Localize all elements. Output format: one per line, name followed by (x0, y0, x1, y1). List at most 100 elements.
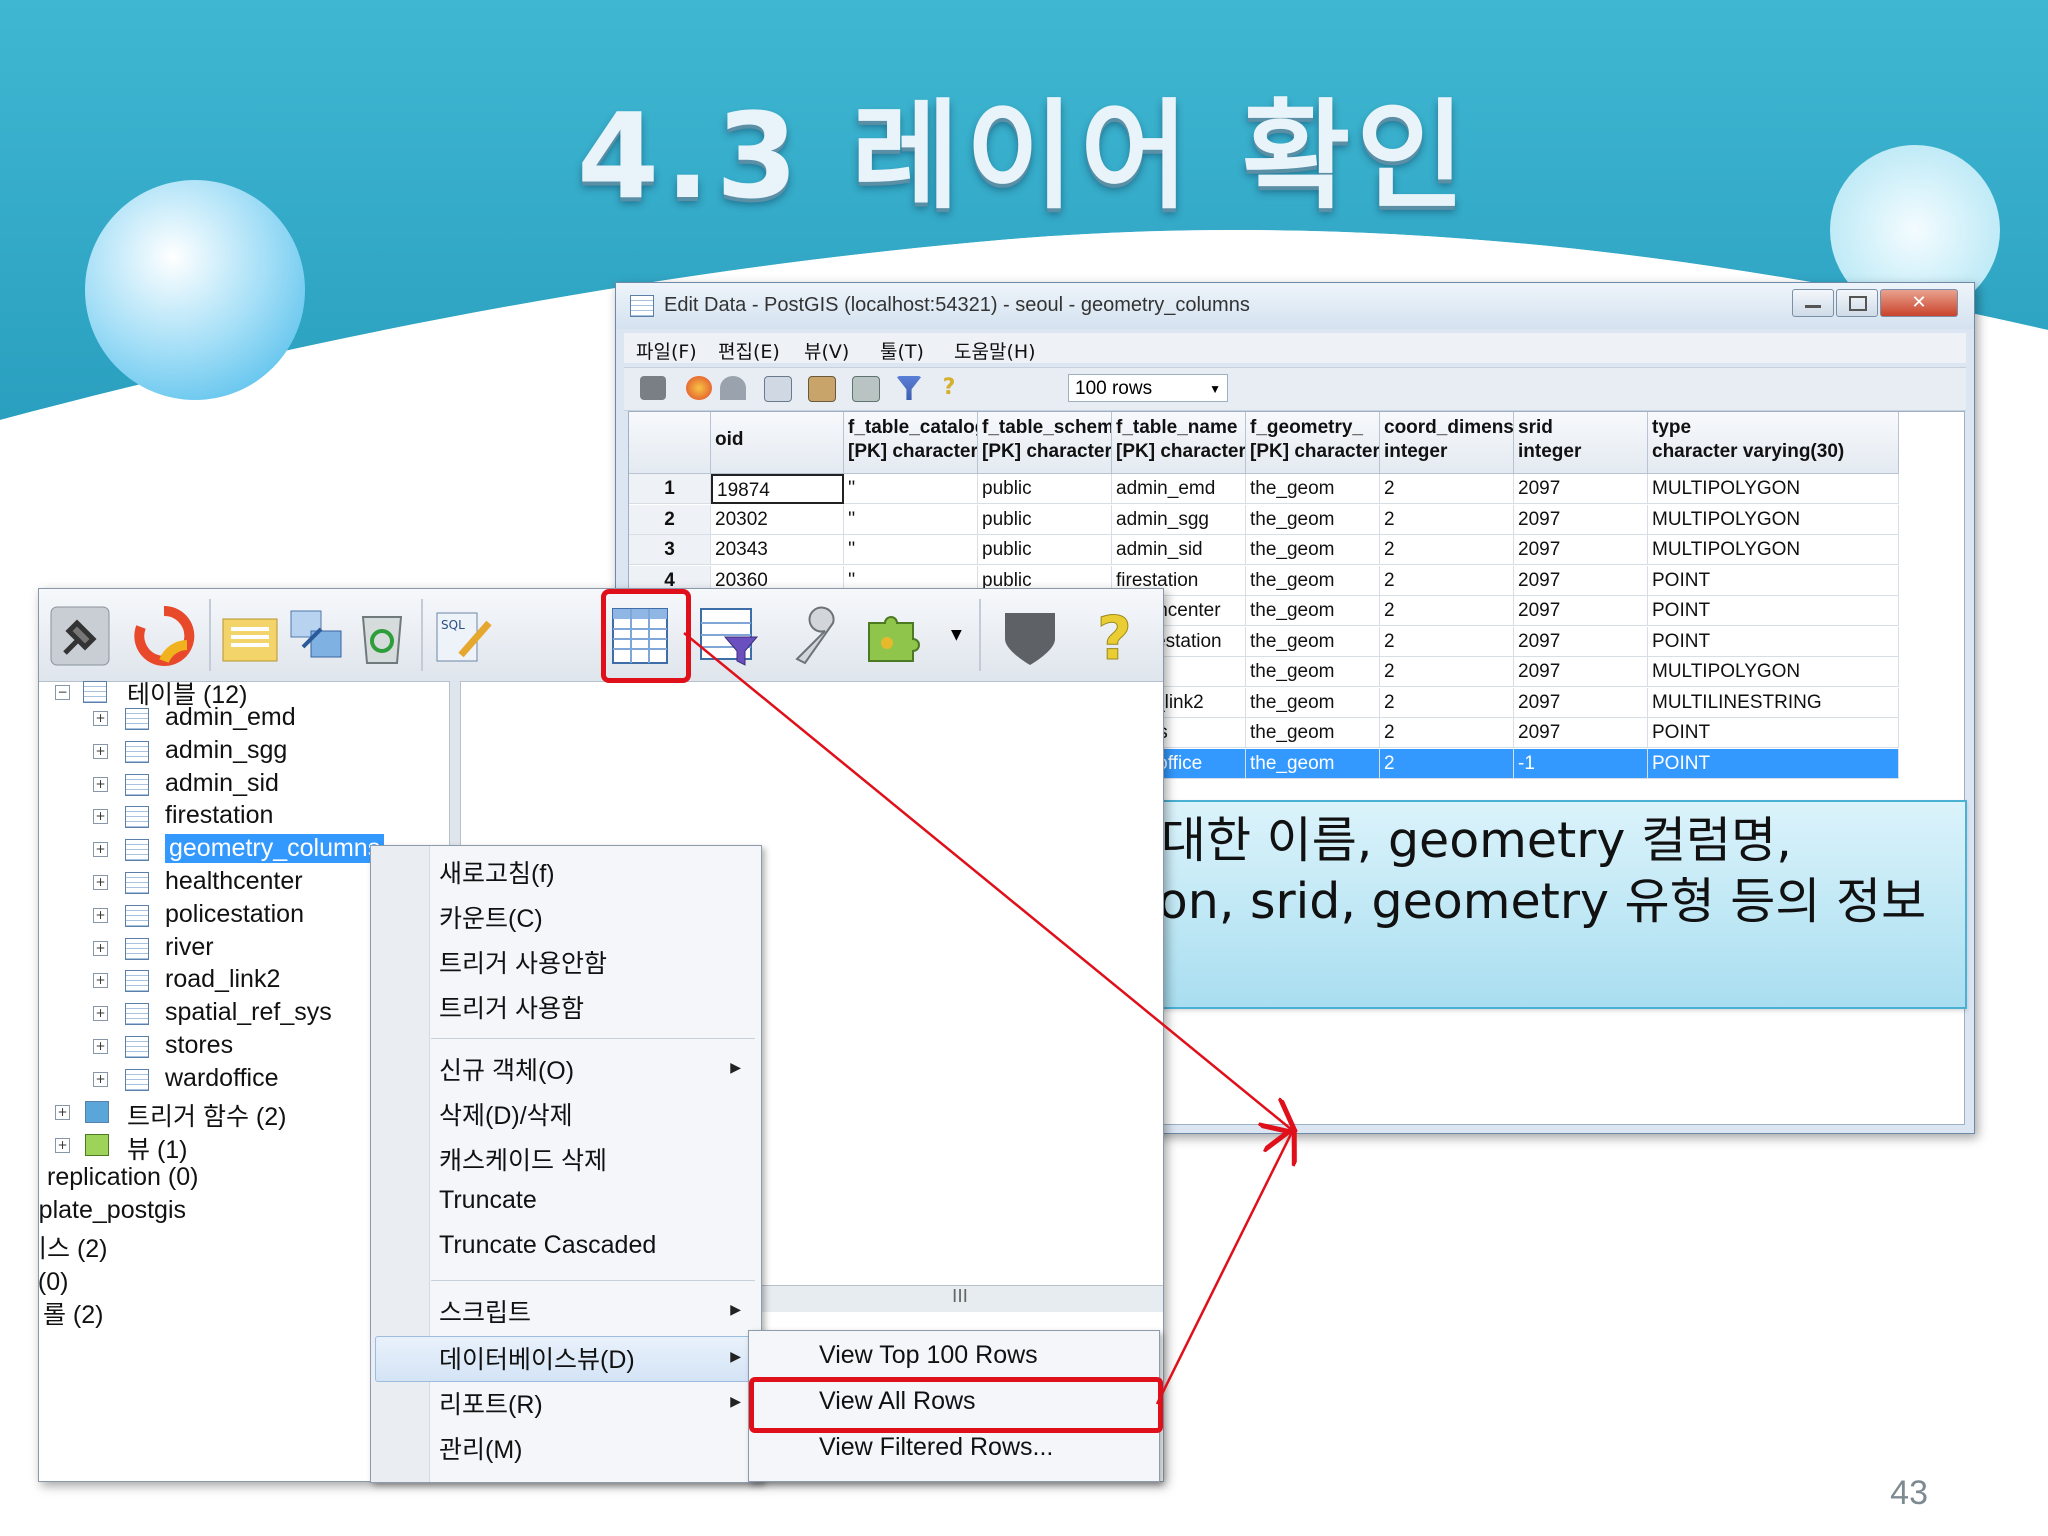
paste-icon[interactable] (808, 376, 836, 402)
menu-view[interactable]: 뷰(V) (804, 337, 849, 364)
menu-item-view-top-100-rows[interactable]: View Top 100 Rows (819, 1341, 1038, 1370)
menu-item-new-object[interactable]: 신규 객체(O) (439, 1051, 574, 1087)
expand-toggle-icon[interactable]: + (93, 1039, 108, 1054)
table-cell[interactable]: 19874 (711, 474, 844, 504)
table-cell[interactable]: the_geom (1246, 504, 1380, 535)
menu-item-enable-triggers[interactable]: 트리거 사용함 (439, 989, 584, 1025)
table-cell[interactable]: MULTIPOLYGON (1648, 474, 1899, 504)
tree-item-tablespaces[interactable]: 테이블스페이스 (2) (39, 1229, 108, 1265)
tree-item-table[interactable]: policestation (165, 900, 304, 929)
rows-limit-select[interactable]: 100 rows ▼ (1068, 374, 1228, 402)
table-cell[interactable]: 2 (1380, 626, 1514, 657)
table-cell[interactable]: 2 (1380, 535, 1514, 565)
table-cell[interactable]: 2097 (1514, 596, 1648, 626)
expand-toggle-icon[interactable]: + (93, 743, 108, 759)
refresh-icon[interactable] (131, 603, 197, 669)
filter-icon[interactable] (896, 376, 922, 400)
collapse-toggle-icon[interactable]: − (55, 685, 70, 700)
table-cell[interactable]: admin_sid (1112, 535, 1246, 565)
table-cell[interactable]: MULTIPOLYGON (1648, 535, 1899, 565)
expand-toggle-icon[interactable]: + (93, 940, 108, 956)
expand-toggle-icon[interactable]: + (55, 1137, 70, 1153)
row-number[interactable]: 2 (629, 504, 711, 535)
expand-toggle-icon[interactable]: + (93, 875, 108, 890)
table-cell[interactable]: 2 (1380, 657, 1514, 687)
table-cell[interactable]: the_geom (1246, 596, 1380, 626)
tree-item-table[interactable]: firestation (165, 801, 273, 830)
table-row[interactable]: 2 20302 '' public admin_sgg the_geom 2 2097 MULT… (629, 504, 1899, 535)
menu-item-count[interactable]: 카운트(C) (439, 899, 543, 935)
table-cell[interactable]: 2 (1380, 687, 1514, 718)
table-cell[interactable]: 2097 (1514, 535, 1648, 565)
column-header-srid[interactable]: srid integer (1514, 412, 1648, 474)
tree-item-table[interactable]: geometry_columns (165, 834, 385, 864)
tree-item-table[interactable]: admin_emd (165, 703, 296, 732)
table-cell[interactable]: '' (844, 535, 978, 565)
expand-toggle-icon[interactable]: + (93, 842, 108, 858)
table-cell[interactable]: public (978, 474, 1112, 504)
table-cell[interactable]: public (978, 504, 1112, 535)
expand-toggle-icon[interactable]: + (93, 1071, 108, 1087)
row-number[interactable]: 1 (629, 474, 711, 504)
table-cell[interactable]: '' (844, 504, 978, 535)
column-header-f-table-catalog[interactable]: f_table_catalog [PK] character (844, 412, 978, 474)
table-row[interactable]: 1 19874 '' public admin_emd the_geom 2 2097 MULT… (629, 474, 1899, 504)
menu-item-maintenance[interactable]: 관리(M) (439, 1430, 522, 1466)
save-icon[interactable] (640, 376, 666, 400)
hint-shield-icon[interactable] (997, 603, 1063, 669)
table-cell[interactable]: 2097 (1514, 687, 1648, 718)
expand-toggle-icon[interactable]: + (93, 711, 108, 726)
maintenance-wrench-icon[interactable] (785, 603, 851, 669)
expand-toggle-icon[interactable]: + (93, 809, 108, 825)
tree-item-table[interactable]: admin_sgg (165, 736, 287, 765)
table-cell[interactable]: the_geom (1246, 748, 1380, 779)
column-header-f-geometry[interactable]: f_geometry_ [PK] character (1246, 412, 1380, 474)
menu-item-scripts[interactable]: 스크립트 (439, 1293, 531, 1329)
menu-item-truncate-cascaded[interactable]: Truncate Cascaded (439, 1231, 656, 1260)
menu-item-view-data[interactable]: 데이터베이스뷰(D) (439, 1340, 635, 1376)
tree-item-replication[interactable]: replication (0) (47, 1163, 198, 1192)
column-header-coord-dimension[interactable]: coord_dimensioninteger (1380, 412, 1514, 474)
tree-item-views[interactable]: 뷰 (1) (127, 1130, 188, 1166)
sql-query-icon[interactable]: SQL (431, 603, 497, 669)
expand-toggle-icon[interactable]: + (93, 907, 108, 923)
undo-icon[interactable] (720, 376, 746, 400)
table-cell[interactable]: 2 (1380, 565, 1514, 596)
plugins-puzzle-icon[interactable] (861, 603, 927, 669)
column-header-f-table-name[interactable]: f_table_name [PK] character (1112, 412, 1246, 474)
table-cell[interactable]: 20302 (711, 504, 844, 535)
table-cell[interactable]: 2 (1380, 748, 1514, 779)
menu-item-cascade-delete[interactable]: 캐스케이드 삭제 (439, 1141, 607, 1177)
menu-help[interactable]: 도움말(H) (954, 337, 1036, 364)
table-cell[interactable]: POINT (1648, 596, 1899, 626)
tree-item-table[interactable]: road_link2 (165, 965, 280, 994)
menu-item-refresh[interactable]: 새로고침(f) (439, 854, 555, 890)
menu-tools[interactable]: 툴(T) (880, 337, 924, 364)
table-cell[interactable]: 2097 (1514, 565, 1648, 596)
table-cell[interactable]: 2 (1380, 596, 1514, 626)
menu-item-view-filtered-rows[interactable]: View Filtered Rows... (819, 1433, 1053, 1462)
refresh-icon[interactable] (686, 376, 712, 400)
table-cell[interactable]: admin_emd (1112, 474, 1246, 504)
table-cell[interactable]: MULTIPOLYGON (1648, 504, 1899, 535)
table-cell[interactable]: the_geom (1246, 687, 1380, 718)
table-cell[interactable]: the_geom (1246, 535, 1380, 565)
table-cell[interactable]: -1 (1514, 748, 1648, 779)
table-cell[interactable]: 2 (1380, 718, 1514, 748)
tree-item-table[interactable]: healthcenter (165, 867, 303, 896)
tree-item-login-roles[interactable]: 로그인 롤 (2) (39, 1295, 103, 1331)
table-cell[interactable]: 2097 (1514, 504, 1648, 535)
table-cell[interactable]: the_geom (1246, 565, 1380, 596)
menu-item-disable-triggers[interactable]: 트리거 사용안함 (439, 944, 607, 980)
copy-icon[interactable] (764, 376, 792, 402)
connect-plug-icon[interactable] (47, 603, 113, 669)
help-icon[interactable]: ? (936, 376, 962, 400)
column-header-f-table-schema[interactable]: f_table_schema [PK] character (978, 412, 1112, 474)
table-cell[interactable]: the_geom (1246, 718, 1380, 748)
table-cell[interactable]: POINT (1648, 748, 1899, 779)
close-button[interactable]: ✕ (1880, 289, 1958, 317)
menu-item-truncate[interactable]: Truncate (439, 1186, 537, 1215)
table-cell[interactable]: POINT (1648, 565, 1899, 596)
view-filtered-data-icon[interactable] (695, 603, 761, 669)
delete-trash-icon[interactable] (349, 603, 415, 669)
